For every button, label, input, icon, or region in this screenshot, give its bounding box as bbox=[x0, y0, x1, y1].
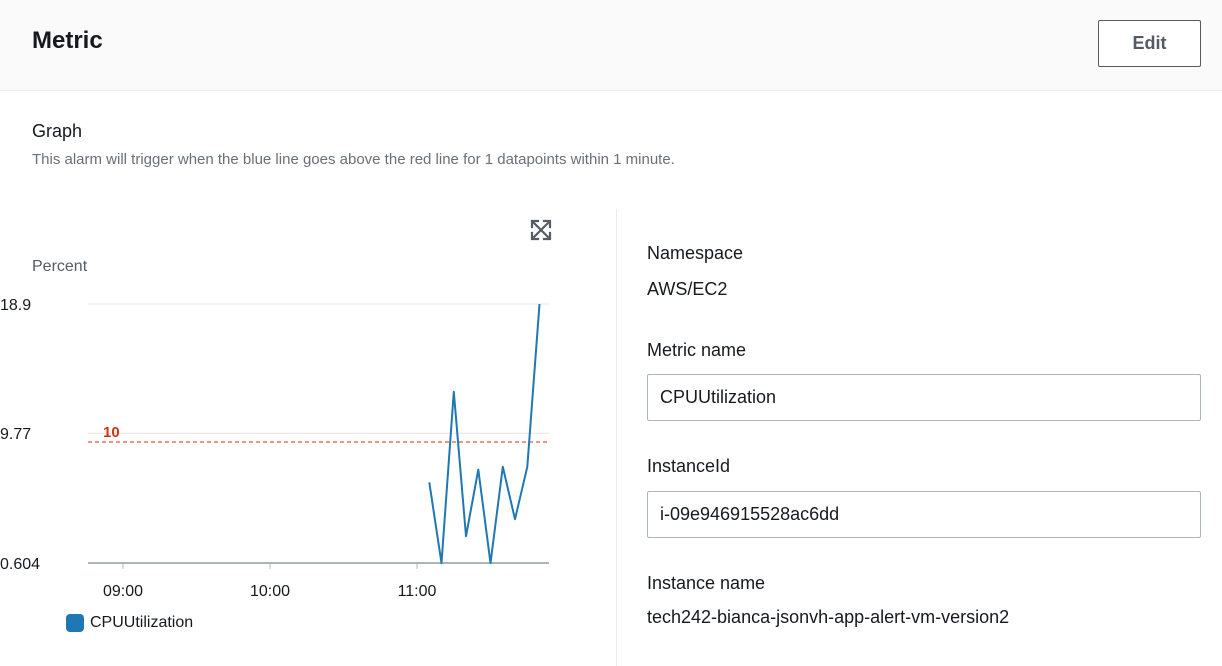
expand-icon[interactable] bbox=[530, 219, 552, 241]
legend-swatch bbox=[66, 614, 84, 632]
edit-button[interactable]: Edit bbox=[1098, 20, 1201, 67]
graph-description: This alarm will trigger when the blue li… bbox=[32, 151, 675, 168]
x-tick-label: 11:00 bbox=[398, 583, 437, 600]
instance-name-value: tech242-bianca-jsonvh-app-alert-vm-versi… bbox=[647, 607, 1010, 627]
cpu-chart: Percent 18.9 9.77 0.604 09:00 10:00 11:00 10 bbox=[0, 258, 549, 600]
graph-label: Graph bbox=[32, 121, 83, 141]
namespace-value: AWS/EC2 bbox=[647, 279, 728, 299]
y-axis-label: Percent bbox=[32, 258, 88, 275]
metric-name-input[interactable] bbox=[647, 374, 1201, 421]
panel-header: Metric Edit bbox=[0, 0, 1222, 91]
instance-id-input[interactable] bbox=[647, 491, 1201, 538]
instance-id-label: InstanceId bbox=[647, 456, 731, 476]
x-tick-label: 09:00 bbox=[103, 583, 143, 600]
x-tick-label: 10:00 bbox=[250, 583, 290, 600]
namespace-label: Namespace bbox=[647, 243, 744, 263]
instance-name-label: Instance name bbox=[647, 573, 766, 593]
column-divider bbox=[616, 209, 617, 666]
threshold-label: 10 bbox=[103, 424, 120, 441]
y-tick-label: 9.77 bbox=[0, 426, 31, 443]
legend-label: CPUUtilization bbox=[90, 614, 194, 631]
y-tick-label: 18.9 bbox=[0, 297, 31, 314]
y-tick-label: 0.604 bbox=[0, 556, 40, 573]
chart-legend: CPUUtilization bbox=[66, 614, 193, 632]
metric-name-label: Metric name bbox=[647, 340, 747, 360]
panel-title: Metric bbox=[32, 27, 103, 54]
